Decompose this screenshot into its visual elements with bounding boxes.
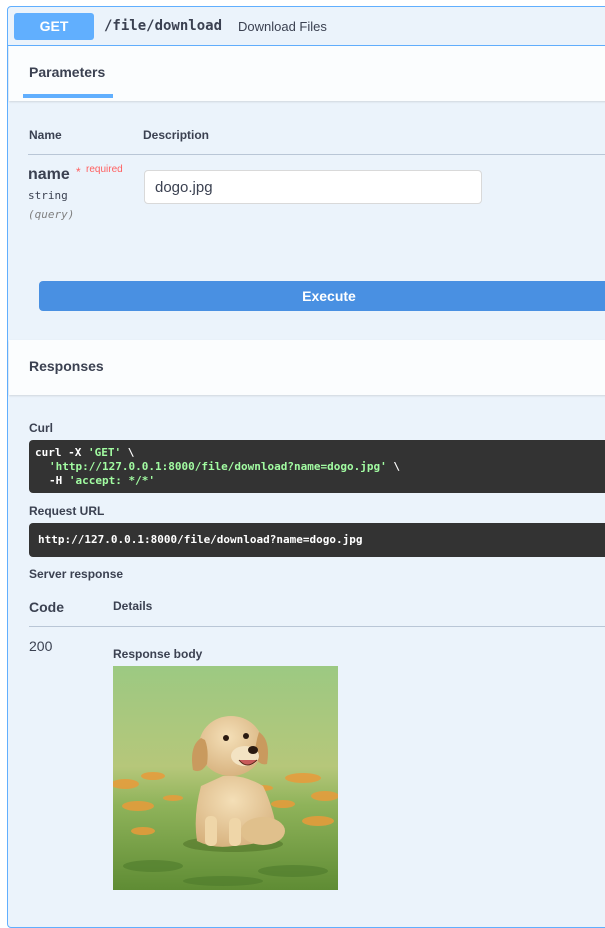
- method-badge: GET: [14, 13, 94, 40]
- table-divider: [28, 154, 605, 155]
- tab-underline: [23, 94, 113, 98]
- curl-continuation: \: [386, 460, 401, 473]
- endpoint-path: /file/download: [104, 18, 223, 34]
- request-url-block: http://127.0.0.1:8000/file/download?name…: [29, 523, 605, 557]
- puppy-photo: [113, 666, 338, 890]
- execute-button[interactable]: Execute: [39, 281, 605, 311]
- col-header-name: Name: [29, 128, 62, 142]
- request-url-label: Request URL: [29, 504, 105, 518]
- code-column-header: Code: [29, 599, 64, 615]
- parameters-header: Parameters: [9, 46, 605, 101]
- tab-parameters[interactable]: Parameters: [29, 64, 105, 80]
- curl-header-flag: -H: [49, 474, 69, 487]
- curl-line-2: 'http://127.0.0.1:8000/file/download?nam…: [49, 460, 400, 473]
- required-label: required: [86, 164, 123, 175]
- endpoint-description: Download Files: [238, 19, 327, 34]
- curl-header-value: 'accept: */*': [68, 474, 155, 487]
- required-star: *: [76, 165, 81, 179]
- name-param-input[interactable]: [144, 170, 482, 204]
- response-status-code: 200: [29, 638, 53, 654]
- col-header-description: Description: [143, 128, 210, 142]
- request-url-value: http://127.0.0.1:8000/file/download?name…: [38, 533, 363, 546]
- response-table-divider: [29, 626, 605, 627]
- param-location: (query): [28, 208, 75, 221]
- curl-url: 'http://127.0.0.1:8000/file/download?nam…: [49, 460, 387, 473]
- responses-title: Responses: [29, 358, 104, 374]
- get-operation-block: GET /file/download Download Files Parame…: [7, 6, 605, 928]
- curl-line-1: curl -X 'GET' \: [35, 446, 134, 459]
- curl-method: 'GET': [87, 446, 122, 459]
- response-body-label: Response body: [113, 647, 203, 661]
- curl-command: curl -X: [35, 446, 88, 459]
- param-name: name: [28, 166, 70, 183]
- param-type: string: [28, 189, 68, 202]
- curl-label: Curl: [29, 421, 53, 435]
- curl-continuation: \: [121, 446, 135, 459]
- operation-summary[interactable]: GET /file/download Download Files: [8, 7, 605, 46]
- server-response-label: Server response: [29, 567, 124, 581]
- responses-header: Responses: [9, 340, 605, 395]
- curl-line-3: -H 'accept: */*': [49, 474, 155, 487]
- details-column-header: Details: [113, 599, 153, 613]
- curl-code-block: curl -X 'GET' \ 'http://127.0.0.1:8000/f…: [29, 440, 605, 493]
